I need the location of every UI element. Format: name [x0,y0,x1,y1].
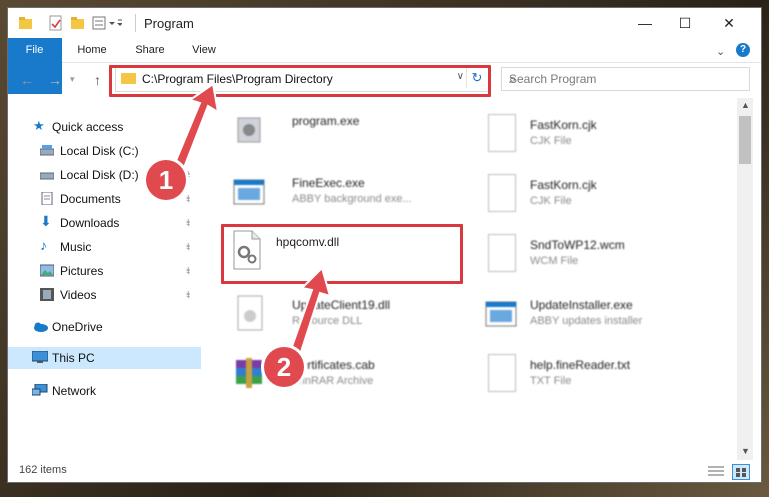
arrow-two [288,266,332,357]
step-badge-two: 2 [264,347,304,387]
annotation-arrows [168,82,332,357]
step-badge-one: 1 [146,160,186,200]
